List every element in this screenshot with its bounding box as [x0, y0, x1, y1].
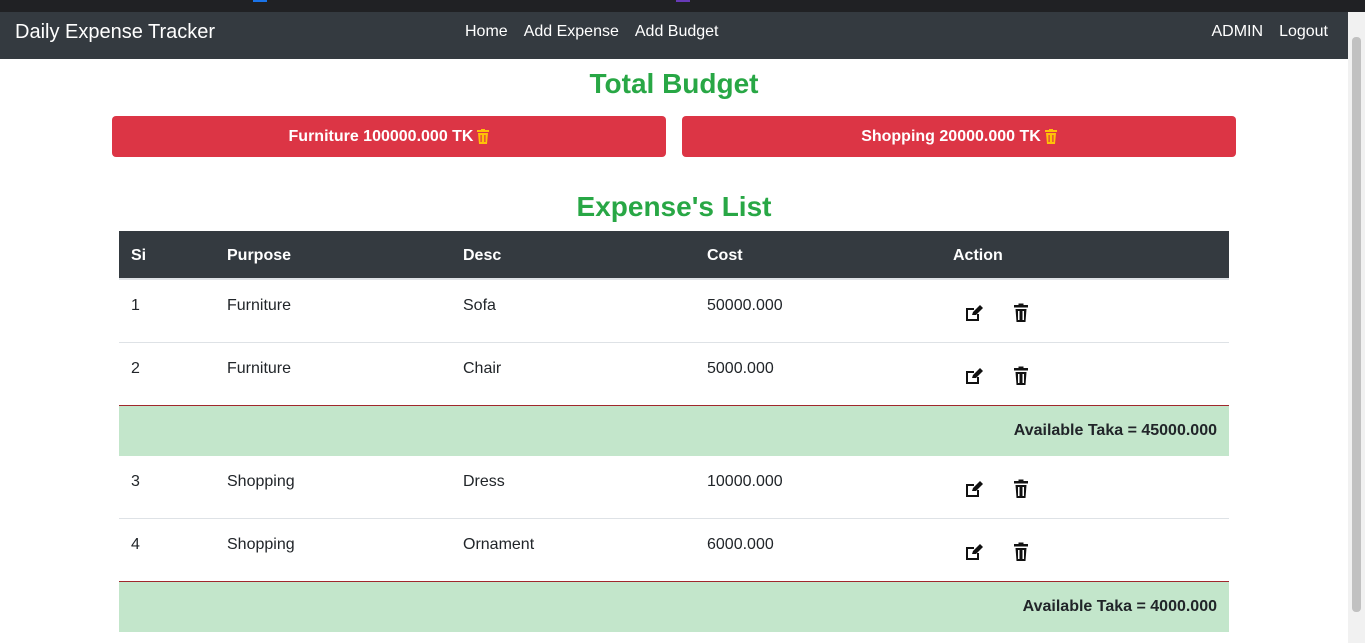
logout-link[interactable]: Logout [1279, 23, 1328, 41]
expense-table: Si Purpose Desc Cost Action 1 Furniture … [119, 231, 1229, 632]
cell-desc: Sofa [463, 297, 496, 314]
table-row: 2 Furniture Chair 5000.000 [119, 343, 1229, 406]
cell-purpose: Shopping [227, 536, 295, 553]
available-taka-row: Available Taka = 45000.000 [119, 406, 1229, 456]
cell-cost: 50000.000 [707, 297, 783, 314]
column-header: Si [131, 247, 147, 264]
nav-links: Home Add Expense Add Budget [465, 23, 719, 41]
trash-icon[interactable] [1011, 542, 1031, 562]
available-taka-text: Available Taka = 4000.000 [1022, 598, 1217, 615]
cell-desc: Dress [463, 473, 505, 490]
cell-si: 1 [131, 297, 140, 314]
scrollbar-thumb[interactable] [1352, 37, 1361, 612]
budget-item-furniture[interactable]: Furniture 100000.000 TK [112, 116, 666, 157]
budget-label: Furniture 100000.000 TK [288, 127, 474, 145]
cell-desc: Ornament [463, 536, 535, 553]
column-header: Cost [707, 247, 743, 264]
table-row: 1 Furniture Sofa 50000.000 [119, 280, 1229, 343]
browser-top-strip [0, 0, 1365, 12]
table-row: 4 Shopping Ornament 6000.000 [119, 519, 1229, 582]
cell-si: 3 [131, 473, 140, 490]
cell-purpose: Furniture [227, 360, 292, 377]
nav-add-budget-link[interactable]: Add Budget [635, 23, 719, 41]
page-scrollbar[interactable] [1348, 12, 1365, 643]
nav-user-area: ADMIN Logout [1212, 23, 1329, 41]
user-name-link[interactable]: ADMIN [1212, 23, 1264, 41]
available-taka-text: Available Taka = 45000.000 [1013, 422, 1217, 439]
trash-icon[interactable] [477, 129, 490, 144]
cell-si: 4 [131, 536, 140, 553]
budget-label: Shopping 20000.000 TK [861, 127, 1041, 145]
brand-title[interactable]: Daily Expense Tracker [15, 21, 215, 44]
table-row: 3 Shopping Dress 10000.000 [119, 456, 1229, 519]
budget-item-shopping[interactable]: Shopping 20000.000 TK [682, 116, 1236, 157]
cell-cost: 5000.000 [707, 360, 774, 377]
cell-purpose: Shopping [227, 473, 295, 490]
nav-home-link[interactable]: Home [465, 23, 508, 41]
cell-purpose: Furniture [227, 297, 292, 314]
table-header: Si Purpose Desc Cost Action [119, 231, 1229, 280]
total-budget-heading: Total Budget [589, 68, 759, 99]
trash-icon[interactable] [1011, 303, 1031, 323]
trash-icon[interactable] [1011, 479, 1031, 499]
cell-si: 2 [131, 360, 140, 377]
available-taka-row: Available Taka = 4000.000 [119, 582, 1229, 632]
edit-icon[interactable] [964, 479, 984, 499]
edit-icon[interactable] [964, 303, 984, 323]
expense-list-heading: Expense's List [576, 191, 772, 222]
tab-marker [676, 0, 690, 2]
column-header: Action [953, 247, 1003, 264]
edit-icon[interactable] [964, 542, 984, 562]
cell-desc: Chair [463, 360, 502, 377]
column-header: Desc [463, 247, 502, 264]
navbar: Daily Expense Tracker Home Add Expense A… [0, 12, 1348, 59]
nav-add-expense-link[interactable]: Add Expense [524, 23, 619, 41]
cell-cost: 6000.000 [707, 536, 774, 553]
tab-marker [253, 0, 267, 2]
trash-icon[interactable] [1011, 366, 1031, 386]
column-header: Purpose [227, 247, 292, 264]
cell-cost: 10000.000 [707, 473, 783, 490]
edit-icon[interactable] [964, 366, 984, 386]
trash-icon[interactable] [1044, 129, 1057, 144]
